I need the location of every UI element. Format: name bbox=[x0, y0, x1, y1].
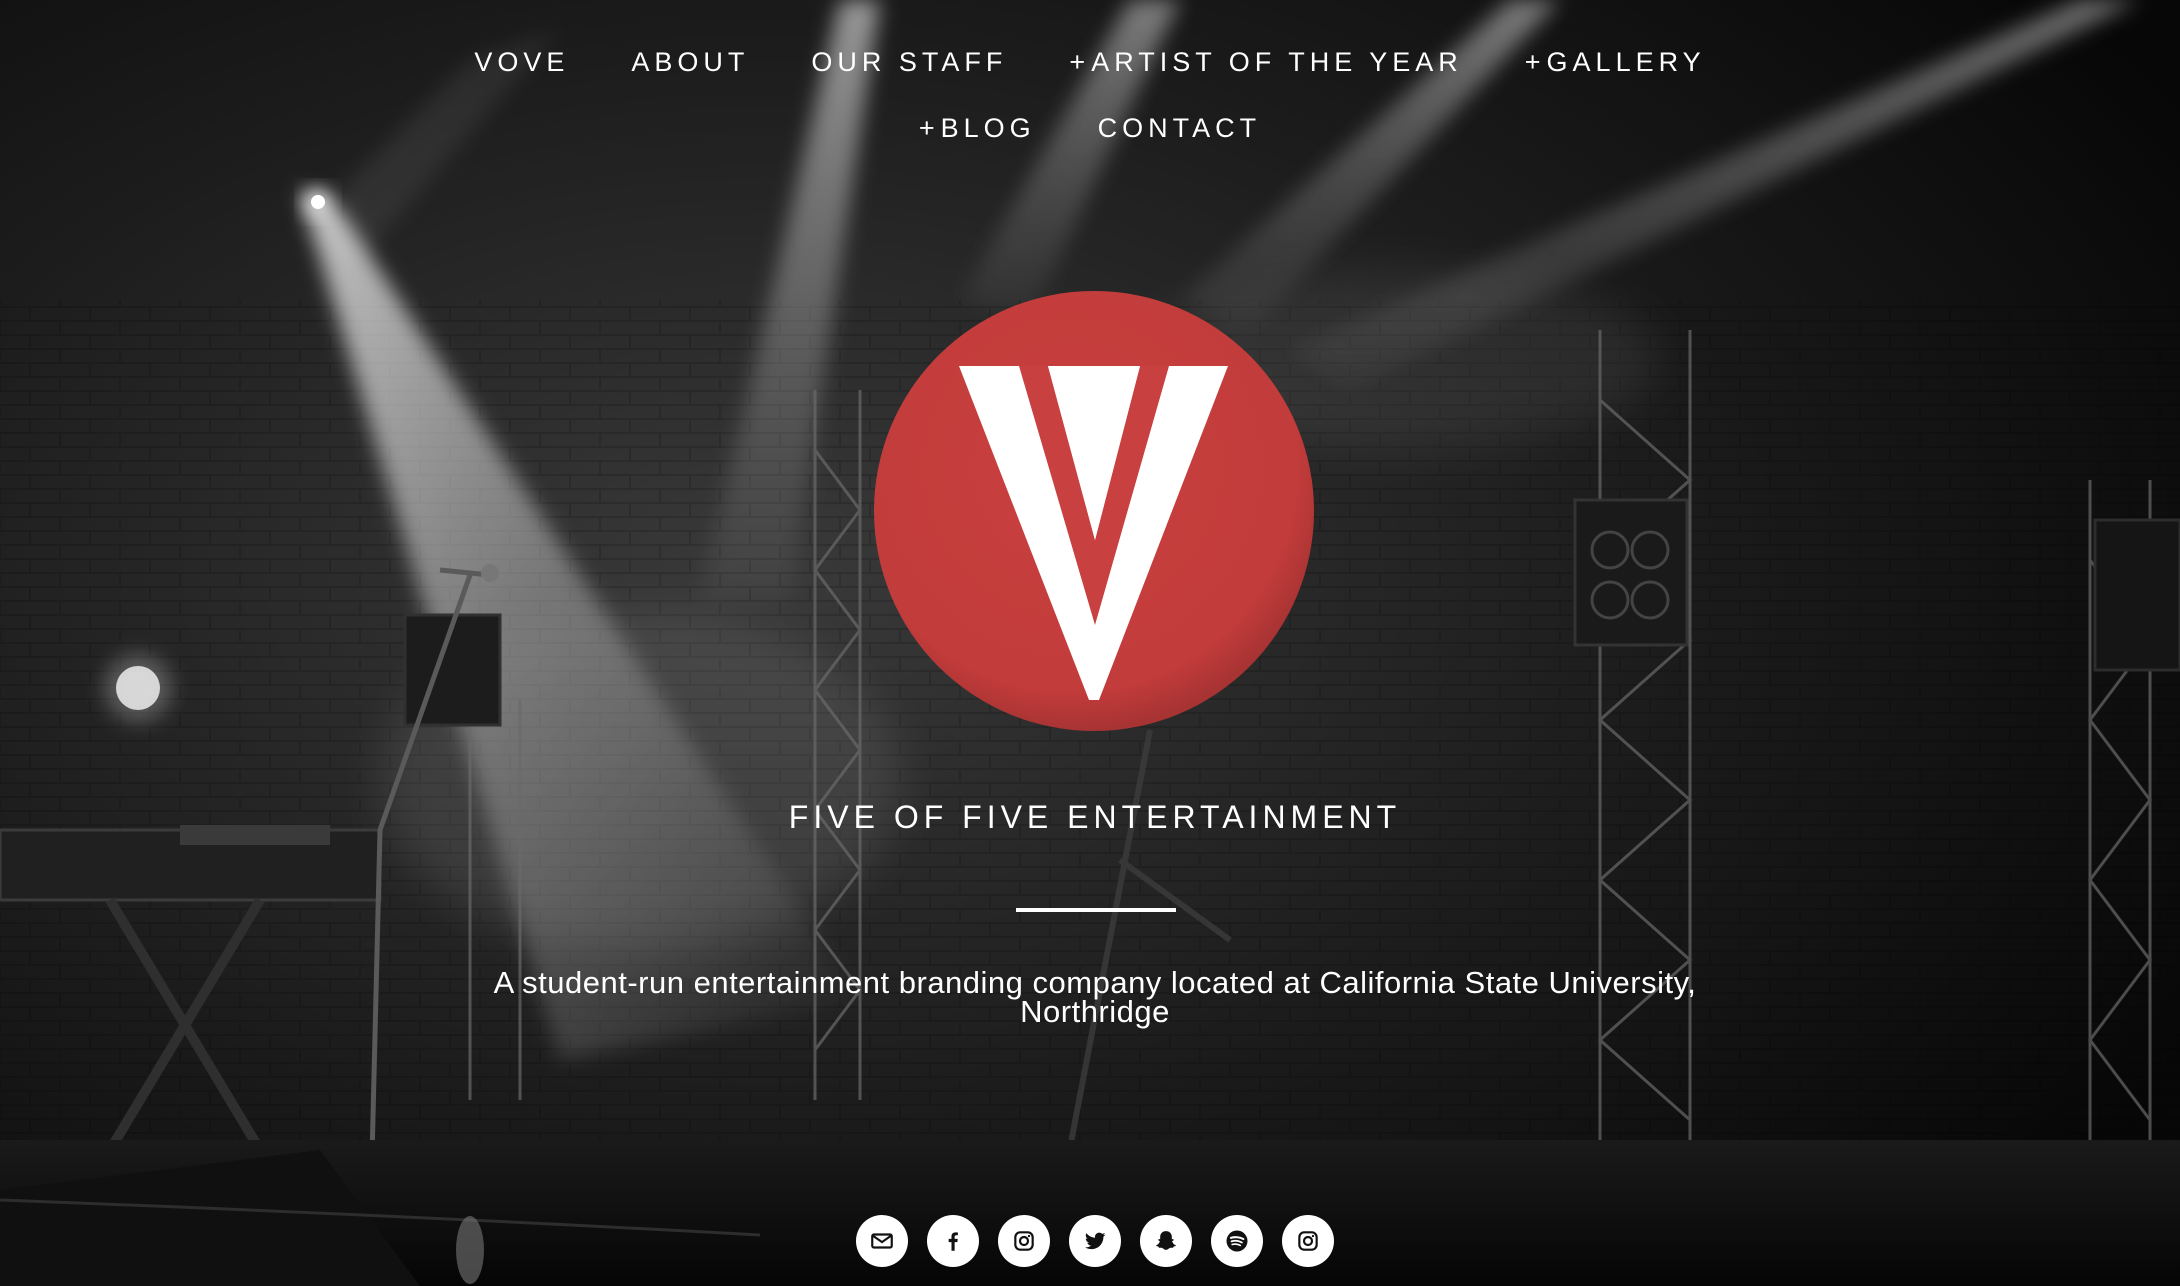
nav-link-our-staff[interactable]: OUR STAFF bbox=[811, 47, 1007, 78]
nav-folder-gallery[interactable]: + GALLERY bbox=[1525, 47, 1706, 78]
tagline: A student-run entertainment branding com… bbox=[380, 965, 1810, 1029]
mail-icon[interactable] bbox=[856, 1215, 908, 1267]
main-nav-row-2: + BLOG CONTACT bbox=[0, 106, 2180, 150]
nav-link-about[interactable]: ABOUT bbox=[631, 47, 749, 78]
nav-link-label: ARTIST OF THE YEAR bbox=[1091, 46, 1463, 77]
social-links bbox=[0, 1215, 2180, 1267]
instagram-icon[interactable] bbox=[998, 1215, 1050, 1267]
nav-link-contact[interactable]: CONTACT bbox=[1098, 113, 1262, 144]
facebook-icon[interactable] bbox=[927, 1215, 979, 1267]
expand-plus-icon: + bbox=[1524, 46, 1541, 77]
nav-link-vove[interactable]: VOVE bbox=[474, 47, 569, 78]
nav-link-label: ABOUT bbox=[631, 46, 750, 77]
expand-plus-icon: + bbox=[1069, 46, 1086, 77]
page: VOVE ABOUT OUR STAFF + ARTIST OF THE YEAR… bbox=[0, 0, 2180, 1286]
instagram-icon[interactable] bbox=[1282, 1215, 1334, 1267]
site-title: FIVE OF FIVE ENTERTAINMENT bbox=[788, 799, 1402, 835]
spotify-icon[interactable] bbox=[1211, 1215, 1263, 1267]
title-divider bbox=[1016, 908, 1176, 912]
main-nav-row-1: VOVE ABOUT OUR STAFF + ARTIST OF THE YEAR… bbox=[0, 40, 2180, 84]
vove-logo[interactable] bbox=[873, 290, 1315, 732]
nav-link-label: BLOG bbox=[940, 112, 1036, 143]
tagline-line-1: A student-run entertainment branding com… bbox=[493, 965, 1697, 1000]
twitter-icon[interactable] bbox=[1069, 1215, 1121, 1267]
nav-link-label: GALLERY bbox=[1546, 46, 1706, 77]
tagline-line-2: Northridge bbox=[1020, 994, 1170, 1029]
snapchat-icon[interactable] bbox=[1140, 1215, 1192, 1267]
nav-folder-artist-of-the-year[interactable]: + ARTIST OF THE YEAR bbox=[1069, 47, 1462, 78]
nav-folder-blog[interactable]: + BLOG bbox=[919, 113, 1036, 144]
nav-link-label: CONTACT bbox=[1097, 112, 1262, 143]
nav-link-label: OUR STAFF bbox=[811, 46, 1008, 77]
nav-link-label: VOVE bbox=[474, 46, 570, 77]
expand-plus-icon: + bbox=[918, 112, 935, 143]
